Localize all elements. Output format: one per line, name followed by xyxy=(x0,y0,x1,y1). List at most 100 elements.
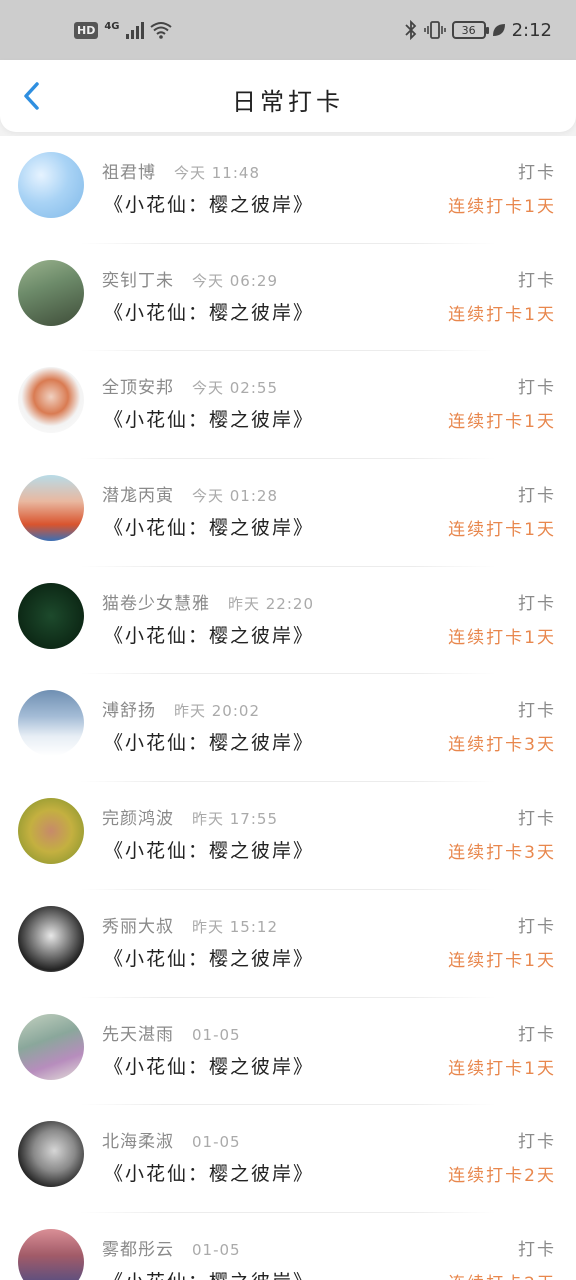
checkin-time: 今天 11:48 xyxy=(174,164,260,182)
checkin-content: 《小花仙：樱之彼岸》 xyxy=(104,840,315,863)
streak-label: 连续打卡1天 xyxy=(448,520,556,541)
checkin-content: 《小花仙：樱之彼岸》 xyxy=(104,194,315,216)
network-type: 4G xyxy=(104,21,120,32)
checkin-tag: 打卡 xyxy=(518,701,556,722)
checkin-row[interactable]: 雾都彤云 01-05 《小花仙：樱之彼岸》 打卡 连续打卡2天 xyxy=(0,1213,576,1280)
user-name-text: 北海柔淑 xyxy=(102,1132,174,1153)
streak-label: 连续打卡1天 xyxy=(448,950,556,971)
checkin-tag: 打卡 xyxy=(518,916,556,937)
bluetooth-icon xyxy=(404,20,416,40)
status-right: 36 2:12 xyxy=(404,20,552,41)
avatar[interactable] xyxy=(18,582,84,649)
streak-label: 连续打卡3天 xyxy=(448,843,556,864)
clock: 2:12 xyxy=(511,19,552,41)
checkin-row[interactable]: 奕钊丁未 今天 06:29 《小花仙：樱之彼岸》 打卡 连续打卡1天 xyxy=(0,244,576,352)
user-name-text: 猫卷少女慧雅 xyxy=(102,593,210,614)
checkin-tag: 打卡 xyxy=(518,593,556,614)
checkin-row[interactable]: 先天湛雨 01-05 《小花仙：樱之彼岸》 打卡 连续打卡1天 xyxy=(0,998,576,1106)
user-name-text: 完颜鸿波 xyxy=(102,809,174,830)
vibrate-icon xyxy=(423,21,446,39)
checkin-time: 昨天 22:20 xyxy=(228,594,314,613)
user-name[interactable]: 全顶安邦 今天 02:55 xyxy=(102,373,278,398)
user-name-text: 潜尨丙寅 xyxy=(102,486,174,507)
avatar[interactable] xyxy=(18,798,84,865)
checkin-content: 《小花仙：樱之彼岸》 xyxy=(104,409,315,432)
user-name[interactable]: 猫卷少女慧雅 昨天 22:20 xyxy=(102,589,314,614)
avatar[interactable] xyxy=(18,690,84,757)
checkin-content: 《小花仙：樱之彼岸》 xyxy=(104,1163,315,1186)
avatar[interactable] xyxy=(18,475,84,542)
user-name[interactable]: 溥舒扬 昨天 20:02 xyxy=(102,696,260,721)
checkin-content: 《小花仙：樱之彼岸》 xyxy=(104,624,315,647)
streak-label: 连续打卡1天 xyxy=(448,1058,556,1079)
signal-icon xyxy=(125,21,144,39)
battery-level: 36 xyxy=(461,23,476,37)
checkin-content: 《小花仙：樱之彼岸》 xyxy=(104,1055,315,1078)
user-name-text: 先天湛雨 xyxy=(102,1024,174,1045)
checkin-time: 昨天 17:55 xyxy=(192,810,278,829)
checkin-content: 《小花仙：樱之彼岸》 xyxy=(104,517,315,540)
streak-label: 连续打卡3天 xyxy=(448,735,556,756)
checkin-row[interactable]: 北海柔淑 01-05 《小花仙：樱之彼岸》 打卡 连续打卡2天 xyxy=(0,1105,576,1213)
checkin-row[interactable]: 祖君博 今天 11:48 《小花仙：樱之彼岸》 打卡 连续打卡1天 xyxy=(0,136,576,244)
user-name[interactable]: 完颜鸿波 昨天 17:55 xyxy=(102,804,278,829)
checkin-time: 01-05 xyxy=(192,1240,241,1259)
user-name[interactable]: 潜尨丙寅 今天 01:28 xyxy=(102,481,278,506)
user-name[interactable]: 奕钊丁未 今天 06:29 xyxy=(102,266,278,291)
avatar[interactable] xyxy=(18,1121,84,1188)
checkin-row[interactable]: 完颜鸿波 昨天 17:55 《小花仙：樱之彼岸》 打卡 连续打卡3天 xyxy=(0,782,576,890)
user-name[interactable]: 祖君博 今天 11:48 xyxy=(102,158,260,183)
user-name-text: 全顶安邦 xyxy=(102,378,174,399)
checkin-list[interactable]: 祖君博 今天 11:48 《小花仙：樱之彼岸》 打卡 连续打卡1天 奕钊丁未 今天 … xyxy=(0,136,576,1280)
leaf-icon xyxy=(492,24,505,36)
user-name-text: 溥舒扬 xyxy=(102,701,156,722)
streak-label: 连续打卡1天 xyxy=(448,627,556,648)
checkin-content: 《小花仙：樱之彼岸》 xyxy=(104,1267,314,1280)
user-name[interactable]: 北海柔淑 01-05 xyxy=(102,1127,241,1152)
avatar[interactable] xyxy=(18,905,84,972)
user-name[interactable]: 雾都彤云 01-05 xyxy=(102,1235,241,1260)
user-name-text: 雾都彤云 xyxy=(102,1239,174,1260)
streak-label: 连续打卡1天 xyxy=(448,197,556,217)
checkin-content: 《小花仙：樱之彼岸》 xyxy=(104,301,315,324)
status-left: HD 4G xyxy=(74,21,172,39)
page-title: 日常打卡 xyxy=(232,88,344,116)
avatar[interactable] xyxy=(18,1013,84,1080)
checkin-time: 昨天 15:12 xyxy=(192,917,278,936)
checkin-time: 今天 02:55 xyxy=(192,379,278,398)
checkin-tag: 打卡 xyxy=(518,163,556,183)
checkin-content: 《小花仙：樱之彼岸》 xyxy=(104,732,315,755)
user-name[interactable]: 先天湛雨 01-05 xyxy=(102,1020,241,1045)
streak-label: 连续打卡1天 xyxy=(448,412,556,433)
status-bar: HD 4G 36 2:12 xyxy=(0,0,576,60)
checkin-time: 01-05 xyxy=(192,1025,241,1044)
checkin-time: 今天 06:29 xyxy=(192,271,278,290)
user-name-text: 祖君博 xyxy=(102,163,156,183)
user-name[interactable]: 秀丽大叔 昨天 15:12 xyxy=(102,912,278,937)
checkin-row[interactable]: 潜尨丙寅 今天 01:28 《小花仙：樱之彼岸》 打卡 连续打卡1天 xyxy=(0,459,576,567)
checkin-row[interactable]: 全顶安邦 今天 02:55 《小花仙：樱之彼岸》 打卡 连续打卡1天 xyxy=(0,351,576,460)
checkin-row[interactable]: 秀丽大叔 昨天 15:12 《小花仙：樱之彼岸》 打卡 连续打卡1天 xyxy=(0,890,576,998)
checkin-time: 昨天 20:02 xyxy=(174,702,260,721)
checkin-tag: 打卡 xyxy=(518,270,556,291)
checkin-tag: 打卡 xyxy=(518,809,556,830)
avatar[interactable] xyxy=(18,259,84,326)
nav-header: 日常打卡 xyxy=(0,60,576,132)
checkin-time: 今天 01:28 xyxy=(192,487,278,506)
streak-label: 连续打卡1天 xyxy=(448,304,556,325)
checkin-row[interactable]: 猫卷少女慧雅 昨天 22:20 《小花仙：樱之彼岸》 打卡 连续打卡1天 xyxy=(0,567,576,675)
checkin-tag: 打卡 xyxy=(518,1239,556,1260)
checkin-tag: 打卡 xyxy=(518,378,556,399)
user-name-text: 奕钊丁未 xyxy=(102,270,174,291)
streak-label: 连续打卡2天 xyxy=(448,1166,556,1187)
checkin-content: 《小花仙：樱之彼岸》 xyxy=(104,947,315,970)
checkin-tag: 打卡 xyxy=(518,1024,556,1045)
avatar[interactable] xyxy=(18,367,84,434)
avatar[interactable] xyxy=(18,152,84,218)
avatar[interactable] xyxy=(18,1228,84,1280)
checkin-tag: 打卡 xyxy=(518,486,556,507)
user-name-text: 秀丽大叔 xyxy=(102,916,174,937)
checkin-row[interactable]: 溥舒扬 昨天 20:02 《小花仙：樱之彼岸》 打卡 连续打卡3天 xyxy=(0,674,576,783)
streak-label: 连续打卡2天 xyxy=(448,1269,556,1280)
wifi-icon xyxy=(149,22,172,39)
